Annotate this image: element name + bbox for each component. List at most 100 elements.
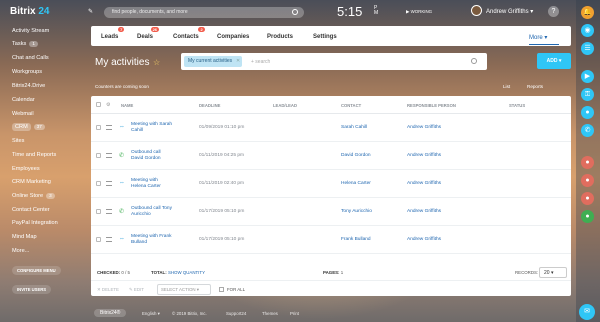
- tab-settings[interactable]: Settings: [313, 34, 337, 40]
- table-row[interactable]: ⇔ Meeting with Sarah Cahill 01/09/2019 01…: [91, 114, 571, 142]
- add-button[interactable]: ADD ▾: [537, 53, 571, 69]
- work-status[interactable]: ▶ WORKING: [406, 9, 432, 15]
- table-row[interactable]: ⇔ Meeting with Helena Carter 01/11/2019 0…: [91, 170, 571, 198]
- sidebar-item-more[interactable]: More...: [12, 248, 29, 254]
- activity-name-link[interactable]: Meeting with Helena Carter: [131, 178, 161, 190]
- row-checkbox[interactable]: [96, 181, 101, 186]
- contact-link[interactable]: Sarah Cahill: [341, 125, 367, 131]
- sidebar-item-chat-and-calls[interactable]: Chat and Calls: [12, 55, 49, 61]
- invite-users-button[interactable]: INVITE USERS: [12, 285, 52, 294]
- records-per-page-select[interactable]: 20 ▾: [539, 267, 567, 278]
- row-checkbox[interactable]: [96, 125, 101, 130]
- bitrix24-logo[interactable]: Bitrix 24: [10, 6, 49, 17]
- chat-bubble-icon[interactable]: ✉: [579, 304, 595, 320]
- row-menu-icon[interactable]: [106, 153, 112, 158]
- activity-name-link[interactable]: Meeting with Sarah Cahill: [131, 122, 172, 134]
- sidebar-item-mind-map[interactable]: Mind Map: [12, 234, 37, 240]
- search-icon[interactable]: [471, 58, 477, 64]
- sidebar-item-contact-center[interactable]: Contact Center: [12, 207, 50, 213]
- help-icon[interactable]: ?: [548, 6, 559, 17]
- phone-icon[interactable]: ✆: [581, 124, 594, 137]
- support-link[interactable]: Support24: [226, 311, 246, 316]
- tab-products[interactable]: Products: [267, 34, 293, 40]
- activity-name-link[interactable]: Outbound call David Gordon: [131, 150, 161, 162]
- show-quantity-link[interactable]: SHOW QUANTITY: [168, 270, 205, 275]
- responsible-link[interactable]: Andrew Griffiths: [407, 181, 441, 187]
- responsible-link[interactable]: Andrew Griffiths: [407, 237, 441, 243]
- configure-menu-button[interactable]: CONFIGURE MENU: [12, 266, 61, 275]
- column-header-status[interactable]: STATUS: [509, 103, 525, 108]
- table-row[interactable]: ✆ Outbound call Tony Auricchio 01/17/2019…: [91, 198, 571, 226]
- global-search-input[interactable]: find people, documents, and more: [104, 7, 304, 18]
- sidebar-item-calendar[interactable]: Calendar: [12, 97, 35, 103]
- responsible-link[interactable]: Andrew Griffiths: [407, 125, 441, 131]
- bitrix24-footer-button[interactable]: Bitrix24®: [94, 309, 127, 317]
- chat-icon[interactable]: ◉: [581, 24, 594, 37]
- delete-button[interactable]: ✕ DELETE: [97, 287, 119, 293]
- language-select[interactable]: English ▾: [142, 311, 160, 317]
- sidebar-item-online-store[interactable]: Online Store 3: [12, 193, 55, 199]
- tab-companies[interactable]: Companies: [217, 34, 249, 40]
- avatar[interactable]: [471, 5, 482, 16]
- activity-name-link[interactable]: Meeting with Frank Bulland: [131, 234, 172, 246]
- tab-deals[interactable]: Deals 26: [137, 27, 160, 40]
- search-icon[interactable]: [292, 9, 298, 15]
- pencil-icon[interactable]: ✎: [88, 8, 95, 15]
- sidebar-item-crm-marketing[interactable]: CRM Marketing: [12, 179, 51, 185]
- sidebar-item-time-and-reports[interactable]: Time and Reports: [12, 152, 56, 158]
- filter-search-bar[interactable]: My current activities ✕ + search: [181, 53, 487, 70]
- sidebar-item-drive[interactable]: Bitrix24.Drive: [12, 83, 45, 89]
- contact-link[interactable]: David Gordon: [341, 153, 371, 159]
- row-menu-icon[interactable]: [106, 181, 112, 186]
- select-all-checkbox[interactable]: [96, 102, 101, 107]
- contact-avatar-icon[interactable]: ●: [581, 156, 594, 169]
- gear-icon[interactable]: ⚙: [106, 102, 110, 108]
- close-icon[interactable]: ✕: [236, 56, 240, 67]
- filter-search-input[interactable]: + search: [251, 59, 270, 65]
- filter-preset-chip[interactable]: My current activities ✕: [184, 56, 243, 67]
- table-row[interactable]: ✆ Outbound call David Gordon 01/11/2019 0…: [91, 142, 571, 170]
- tab-more[interactable]: More ▾: [529, 34, 547, 41]
- sidebar-item-workgroups[interactable]: Workgroups: [12, 69, 42, 75]
- video-call-icon[interactable]: ▶: [581, 70, 594, 83]
- row-menu-icon[interactable]: [106, 237, 112, 242]
- user-menu[interactable]: Andrew Griffiths ▾: [486, 8, 533, 15]
- view-list-link[interactable]: List: [503, 84, 510, 89]
- column-header-deadline[interactable]: DEADLINE: [199, 103, 220, 108]
- notifications-icon[interactable]: 🔔: [581, 6, 594, 19]
- tab-leads[interactable]: Leads 7: [101, 27, 125, 40]
- column-header-name[interactable]: NAME: [121, 103, 133, 108]
- view-reports-link[interactable]: Reports: [527, 84, 543, 89]
- responsible-link[interactable]: Andrew Griffiths: [407, 209, 441, 215]
- sidebar-item-sites[interactable]: Sites: [12, 138, 24, 144]
- edit-button[interactable]: ✎ EDIT: [129, 287, 144, 293]
- row-checkbox[interactable]: [96, 237, 101, 242]
- row-menu-icon[interactable]: [106, 125, 112, 130]
- sidebar-item-employees[interactable]: Employees: [12, 166, 40, 172]
- column-header-responsible[interactable]: RESPONSIBLE PERSON: [407, 103, 456, 108]
- select-action-dropdown[interactable]: SELECT ACTION ▾: [157, 284, 211, 295]
- contact-avatar-icon[interactable]: ●: [581, 192, 594, 205]
- group-icon[interactable]: ●: [581, 210, 594, 223]
- sidebar-item-crm[interactable]: CRM 37: [12, 123, 45, 131]
- column-header-lead[interactable]: LEAD/LEAD: [273, 103, 297, 108]
- row-checkbox[interactable]: [96, 209, 101, 214]
- row-menu-icon[interactable]: [106, 209, 112, 214]
- contact-link[interactable]: Helena Carter: [341, 181, 371, 187]
- star-icon[interactable]: ☆: [153, 58, 160, 67]
- lock-icon[interactable]: ⚿: [581, 88, 594, 101]
- contact-avatar-icon[interactable]: ●: [581, 174, 594, 187]
- sidebar-item-activity-stream[interactable]: Activity Stream: [12, 28, 49, 34]
- contact-link[interactable]: Tony Auricchio: [341, 209, 372, 215]
- themes-link[interactable]: Themes: [262, 311, 278, 316]
- tab-contacts[interactable]: Contacts 2: [173, 27, 205, 40]
- activity-name-link[interactable]: Outbound call Tony Auricchio: [131, 206, 172, 218]
- row-checkbox[interactable]: [96, 153, 101, 158]
- sidebar-item-webmail[interactable]: Webmail: [12, 111, 34, 117]
- clock[interactable]: 5:15: [337, 4, 362, 19]
- column-header-contact[interactable]: CONTACT: [341, 103, 361, 108]
- contact-link[interactable]: Frank Bulland: [341, 237, 371, 243]
- contacts-icon[interactable]: ☰: [581, 42, 594, 55]
- print-link[interactable]: Print: [290, 311, 299, 316]
- table-row[interactable]: ⇔ Meeting with Frank Bulland 01/17/2019 0…: [91, 226, 571, 254]
